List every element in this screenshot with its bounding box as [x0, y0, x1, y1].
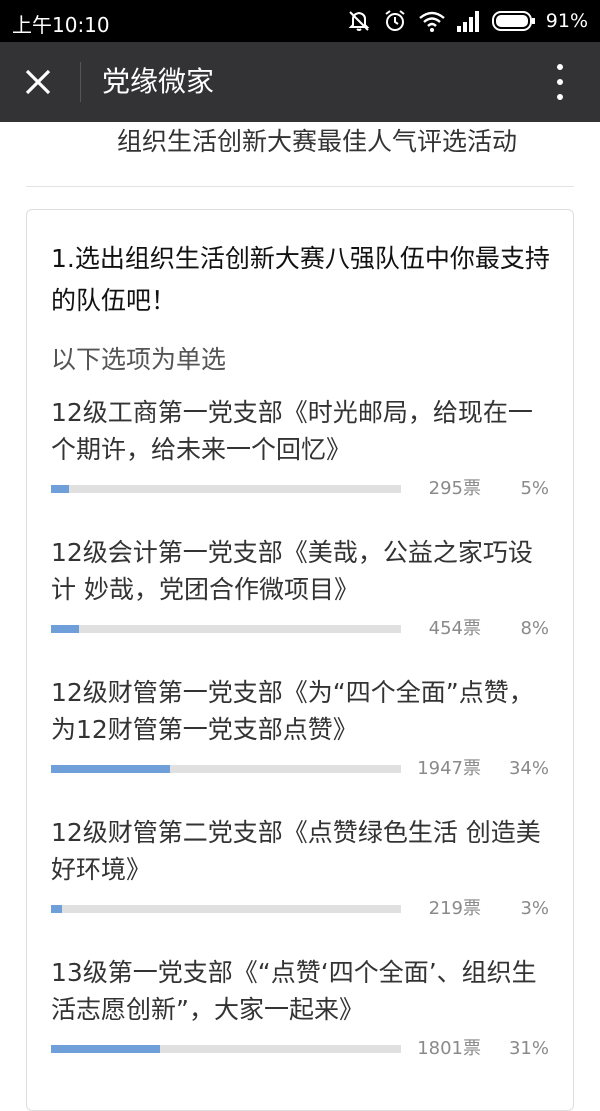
vote-count: 1801票: [417, 1038, 481, 1059]
vote-percent: 8%: [520, 618, 549, 639]
option-text: 13级第一党支部《“点赞‘四个全面’、组织生活志愿创新”，大家一起来》: [51, 958, 537, 1024]
poll-option[interactable]: 12级工商第一党支部《时光邮局，给现在一个期许，给未来一个回忆》 295票 5%: [51, 394, 561, 505]
nav-title: 党缘微家: [102, 65, 215, 98]
more-vertical-icon: [557, 64, 563, 70]
vote-bar-fill: [51, 1045, 160, 1053]
option-stats: 295票 5%: [51, 475, 561, 505]
option-stats: 219票 3%: [51, 895, 561, 925]
vote-count: 219票: [428, 898, 481, 919]
vote-bar-track: [51, 765, 401, 773]
single-choice-note: 以下选项为单选: [51, 345, 227, 374]
battery-icon: [491, 10, 536, 32]
mute-icon: [346, 8, 372, 34]
status-bar: 上午10:10 91%: [0, 0, 600, 42]
wifi-icon: [418, 9, 446, 33]
vote-bar-fill: [51, 905, 62, 913]
option-text: 12级会计第一党支部《美哉，公益之家巧设计 妙哉，党团合作微项目》: [51, 538, 533, 604]
status-icons: 91%: [346, 6, 588, 36]
poll-card: 1.选出组织生活创新大赛八强队伍中你最支持的队伍吧！ 以下选项为单选 12级工商…: [26, 209, 574, 1111]
option-text: 12级工商第一党支部《时光邮局，给现在一个期许，给未来一个回忆》: [51, 398, 533, 464]
poll-option[interactable]: 12级财管第一党支部《为“四个全面”点赞，为12财管第一党支部点赞》 1947票…: [51, 674, 561, 785]
option-stats: 454票 8%: [51, 615, 561, 645]
close-icon: [25, 69, 51, 95]
option-stats: 1801票 31%: [51, 1035, 561, 1065]
alarm-icon: [382, 8, 408, 34]
vote-percent: 34%: [508, 758, 549, 779]
option-stats: 1947票 34%: [51, 755, 561, 785]
option-text: 12级财管第二党支部《点赞绿色生活 创造美好环境》: [51, 818, 541, 884]
vote-count: 1947票: [417, 758, 481, 779]
close-button[interactable]: [18, 62, 58, 102]
page-heading: 组织生活创新大赛最佳人气评选活动: [116, 127, 517, 156]
option-text: 12级财管第一党支部《为“四个全面”点赞，为12财管第一党支部点赞》: [51, 678, 534, 744]
vote-bar-track: [51, 625, 401, 633]
vote-bar-track: [51, 1045, 401, 1053]
battery-percent: 91%: [545, 10, 588, 32]
vote-bar-track: [51, 485, 401, 493]
poll-question: 1.选出组织生活创新大赛八强队伍中你最支持的队伍吧！: [51, 244, 550, 315]
heading-divider: [26, 186, 574, 187]
vote-percent: 3%: [520, 898, 549, 919]
vote-bar-track: [51, 905, 401, 913]
navbar: 党缘微家: [0, 42, 600, 122]
more-button[interactable]: [550, 64, 570, 100]
vote-bar-fill: [51, 765, 170, 773]
status-time: 上午10:10: [12, 13, 110, 37]
poll-option[interactable]: 12级财管第二党支部《点赞绿色生活 创造美好环境》 219票 3%: [51, 814, 561, 925]
vote-count: 295票: [428, 478, 481, 499]
vote-bar-fill: [51, 485, 69, 493]
vote-percent: 5%: [520, 478, 549, 499]
vote-bar-fill: [51, 625, 79, 633]
signal-icon: [456, 10, 482, 32]
poll-option[interactable]: 12级会计第一党支部《美哉，公益之家巧设计 妙哉，党团合作微项目》 454票 8…: [51, 534, 561, 645]
nav-divider: [80, 62, 81, 102]
vote-percent: 31%: [508, 1038, 549, 1059]
poll-option[interactable]: 13级第一党支部《“点赞‘四个全面’、组织生活志愿创新”，大家一起来》 1801…: [51, 954, 561, 1065]
vote-count: 454票: [428, 618, 481, 639]
